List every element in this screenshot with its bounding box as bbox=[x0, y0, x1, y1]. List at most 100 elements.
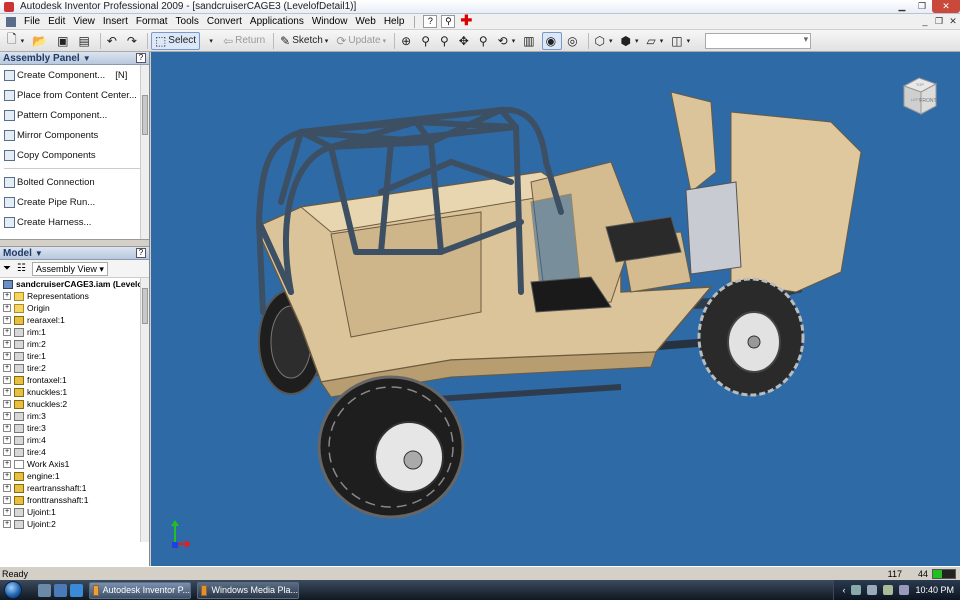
switch-windows-icon[interactable] bbox=[54, 583, 67, 597]
expand-icon[interactable]: + bbox=[3, 412, 11, 420]
return-button[interactable]: ⇦ Return bbox=[220, 32, 268, 50]
add-icon[interactable]: ✚ bbox=[459, 13, 473, 28]
task-media-player[interactable]: Windows Media Pla... bbox=[197, 581, 299, 599]
help-icon[interactable]: ? bbox=[136, 248, 146, 258]
model-tree-scrollbar[interactable] bbox=[140, 278, 149, 542]
hierarchy-icon[interactable]: ☷ bbox=[17, 263, 26, 274]
tree-item[interactable]: + fronttransshaft:1 bbox=[0, 494, 149, 506]
menu-help[interactable]: Help bbox=[380, 16, 409, 27]
tree-item[interactable]: + Work Axis1 bbox=[0, 458, 149, 470]
menu-format[interactable]: Format bbox=[132, 16, 172, 27]
expand-icon[interactable]: + bbox=[3, 352, 11, 360]
expand-icon[interactable]: + bbox=[3, 484, 11, 492]
expand-icon[interactable]: + bbox=[3, 316, 11, 324]
expand-icon[interactable]: + bbox=[3, 388, 11, 396]
save-button[interactable]: ▣ bbox=[54, 32, 73, 50]
new-file-button[interactable]: 🗋 ▾ bbox=[4, 32, 27, 50]
shadow-button[interactable]: ⬢ ▾ bbox=[618, 32, 642, 50]
tree-item[interactable]: + Ujoint:1 bbox=[0, 506, 149, 518]
color-style-combo[interactable] bbox=[705, 32, 812, 49]
assembly-panel-header[interactable]: Assembly Panel ▼ ? bbox=[0, 52, 149, 65]
doc-close-button[interactable]: ✕ bbox=[946, 14, 960, 28]
select-button[interactable]: ⬚ Select bbox=[150, 31, 201, 50]
internet-explorer-icon[interactable] bbox=[70, 583, 83, 597]
tree-item[interactable]: + rearaxel:1 bbox=[0, 314, 149, 326]
help-icon[interactable]: ? bbox=[136, 53, 146, 63]
close-button[interactable]: ✕ bbox=[932, 0, 960, 13]
help-icon[interactable]: ? bbox=[423, 15, 438, 28]
scrollbar-thumb[interactable] bbox=[142, 288, 148, 324]
sketch-button[interactable]: ✎ Sketch ▾ bbox=[277, 32, 331, 50]
tree-item[interactable]: + reartransshaft:1 bbox=[0, 482, 149, 494]
tree-item[interactable]: + Ujoint:2 bbox=[0, 518, 149, 530]
tree-item[interactable]: + engine:1 bbox=[0, 470, 149, 482]
chevron-down-icon[interactable]: ▼ bbox=[83, 54, 91, 63]
view-cube-button[interactable]: ⬡ ▾ bbox=[592, 32, 616, 50]
menu-tools[interactable]: Tools bbox=[172, 16, 203, 27]
expand-icon[interactable]: + bbox=[3, 496, 11, 504]
tree-item[interactable]: + Origin bbox=[0, 302, 149, 314]
bolted-connection-command[interactable]: Bolted Connection bbox=[0, 172, 149, 192]
update-tray-icon[interactable] bbox=[899, 585, 910, 595]
expand-icon[interactable]: + bbox=[3, 304, 11, 312]
tree-item[interactable]: + tire:4 bbox=[0, 446, 149, 458]
select-dropdown[interactable]: ▾ bbox=[202, 32, 218, 50]
zoom-selected-button[interactable]: ⚲ bbox=[476, 32, 493, 50]
minimize-button[interactable]: ▁ bbox=[892, 0, 912, 13]
create-component-command[interactable]: Create Component... [N] bbox=[0, 65, 149, 85]
clock[interactable]: 10:40 PM bbox=[915, 585, 954, 595]
tree-item[interactable]: + rim:2 bbox=[0, 338, 149, 350]
menu-edit[interactable]: Edit bbox=[44, 16, 69, 27]
menu-view[interactable]: View bbox=[69, 16, 99, 27]
tree-item[interactable]: + tire:2 bbox=[0, 362, 149, 374]
maximize-button[interactable]: ❐ bbox=[912, 0, 932, 13]
doc-restore-button[interactable]: ❐ bbox=[932, 14, 946, 28]
copy-components-command[interactable]: Copy Components bbox=[0, 145, 149, 165]
scrollbar-thumb[interactable] bbox=[142, 95, 148, 135]
expand-icon[interactable]: + bbox=[3, 508, 11, 516]
menu-convert[interactable]: Convert bbox=[203, 16, 246, 27]
tray-expand-icon[interactable]: ‹ bbox=[842, 585, 845, 595]
project-button[interactable]: ▤ bbox=[75, 32, 94, 50]
assembly-view-combo[interactable]: Assembly View ▾ bbox=[31, 261, 108, 276]
sand-cruiser-model[interactable] bbox=[151, 52, 960, 566]
create-pipe-run-command[interactable]: Create Pipe Run... bbox=[0, 192, 149, 212]
tree-item[interactable]: + tire:1 bbox=[0, 350, 149, 362]
ground-plane-button[interactable]: ▱ ▾ bbox=[644, 32, 667, 50]
zoom-button[interactable]: ⚲ bbox=[418, 32, 435, 50]
tree-item[interactable]: + rim:3 bbox=[0, 410, 149, 422]
security-tray-icon[interactable] bbox=[883, 585, 894, 595]
expand-icon[interactable]: + bbox=[3, 328, 11, 336]
zoom-all-button[interactable]: ⊕ bbox=[398, 32, 416, 50]
expand-icon[interactable]: + bbox=[3, 460, 11, 468]
menu-file[interactable]: File bbox=[20, 16, 44, 27]
section-view-button[interactable]: ◫ ▾ bbox=[668, 32, 693, 50]
assembly-panel-scrollbar[interactable] bbox=[140, 65, 149, 239]
show-desktop-icon[interactable] bbox=[38, 583, 51, 597]
expand-icon[interactable]: + bbox=[3, 400, 11, 408]
create-harness-command[interactable]: Create Harness... bbox=[0, 212, 149, 232]
open-button[interactable]: 📂 bbox=[29, 32, 52, 50]
look-at-button[interactable]: ▥ bbox=[520, 32, 539, 50]
doc-minimize-button[interactable]: _ bbox=[918, 14, 932, 28]
orbit-button[interactable]: ⟲ ▾ bbox=[495, 32, 519, 50]
place-content-center-command[interactable]: Place from Content Center... bbox=[0, 85, 149, 105]
document-icon[interactable] bbox=[6, 16, 16, 27]
filter-icon[interactable]: ⏷ bbox=[3, 263, 11, 274]
model-browser-header[interactable]: Model ▼ ? bbox=[0, 247, 149, 260]
redo-button[interactable]: ↷ bbox=[124, 32, 142, 50]
menu-insert[interactable]: Insert bbox=[99, 16, 132, 27]
menu-applications[interactable]: Applications bbox=[246, 16, 308, 27]
expand-icon[interactable]: + bbox=[3, 472, 11, 480]
panel-splitter[interactable] bbox=[0, 239, 149, 247]
expand-icon[interactable]: + bbox=[3, 520, 11, 528]
menu-web[interactable]: Web bbox=[351, 16, 379, 27]
view-cube[interactable]: TOP LEFT FRONT bbox=[896, 72, 942, 118]
menu-window[interactable]: Window bbox=[308, 16, 352, 27]
shaded-display-button[interactable]: ◉ bbox=[541, 31, 563, 50]
tree-item[interactable]: + rim:4 bbox=[0, 434, 149, 446]
network-tray-icon[interactable] bbox=[851, 585, 862, 595]
task-inventor[interactable]: Autodesk Inventor P... bbox=[89, 581, 191, 599]
tree-item[interactable]: + frontaxel:1 bbox=[0, 374, 149, 386]
graphics-viewport[interactable]: TOP LEFT FRONT bbox=[151, 52, 960, 566]
